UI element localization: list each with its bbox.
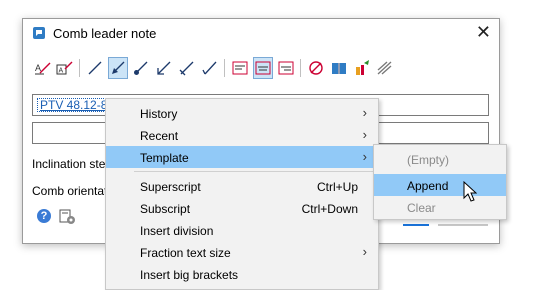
menu-item-shortcut: Ctrl+Up bbox=[316, 180, 358, 194]
svg-text:A: A bbox=[59, 68, 64, 75]
line-icon[interactable] bbox=[85, 57, 105, 79]
field-value: PTV 48.12-8 bbox=[37, 98, 109, 112]
context-menu: History › Recent › Template › Superscrip… bbox=[105, 98, 379, 290]
paint-icon[interactable] bbox=[352, 57, 372, 79]
fork-icon[interactable] bbox=[375, 57, 395, 79]
leader-text-box-icon[interactable]: A bbox=[55, 57, 75, 79]
menu-item-label: Template bbox=[140, 151, 189, 165]
align-center-icon[interactable] bbox=[253, 57, 273, 79]
submenu-item-label: Clear bbox=[407, 201, 436, 215]
cancel-button-edge[interactable] bbox=[438, 224, 488, 226]
inclination-step-label: Inclination step bbox=[32, 157, 113, 171]
template-submenu: (Empty) Append Clear bbox=[373, 144, 507, 220]
menu-item-label: Superscript bbox=[140, 180, 201, 194]
menu-item-history[interactable]: History › bbox=[106, 102, 378, 124]
arrow-filled-icon[interactable] bbox=[108, 57, 128, 79]
no-leader-icon[interactable] bbox=[306, 57, 326, 79]
toolbar-separator bbox=[79, 59, 80, 77]
chevron-right-icon: › bbox=[362, 127, 367, 142]
menu-item-label: Insert big brackets bbox=[140, 268, 239, 282]
menu-item-label: Fraction text size bbox=[140, 246, 231, 260]
menu-item-recent[interactable]: Recent › bbox=[106, 124, 378, 146]
close-icon[interactable]: ✕ bbox=[476, 22, 491, 43]
tick-leader-icon[interactable] bbox=[200, 57, 220, 79]
menu-item-template[interactable]: Template › bbox=[106, 146, 378, 168]
menu-item-insert-big-brackets[interactable]: Insert big brackets bbox=[106, 263, 378, 285]
leader-text-icon[interactable]: A bbox=[33, 57, 53, 79]
menu-item-fraction-text-size[interactable]: Fraction text size › bbox=[106, 241, 378, 263]
arrow-slash-icon[interactable] bbox=[177, 57, 197, 79]
menu-item-label: History bbox=[140, 107, 178, 121]
submenu-item-label: (Empty) bbox=[407, 153, 449, 167]
dot-leader-icon[interactable] bbox=[131, 57, 151, 79]
toolbar-separator bbox=[224, 59, 225, 77]
menu-separator bbox=[134, 171, 374, 172]
title-bar[interactable]: Comb leader note ✕ bbox=[23, 19, 499, 49]
menu-item-superscript[interactable]: Superscript Ctrl+Up bbox=[106, 175, 378, 197]
toolbar-separator bbox=[300, 59, 301, 77]
menu-item-label: Subscript bbox=[140, 202, 191, 216]
app-icon bbox=[33, 27, 45, 39]
dialog-title: Comb leader note bbox=[53, 26, 157, 41]
svg-text:A: A bbox=[35, 63, 41, 73]
book-icon[interactable] bbox=[329, 57, 349, 79]
chevron-right-icon: › bbox=[362, 149, 367, 164]
ok-button-edge[interactable] bbox=[403, 224, 429, 226]
comb-orientation-label: Comb orientatio bbox=[32, 184, 117, 198]
mouse-cursor-icon bbox=[463, 181, 477, 202]
submenu-item-empty: (Empty) bbox=[374, 148, 506, 170]
submenu-item-clear: Clear bbox=[374, 196, 506, 218]
menu-item-insert-division[interactable]: Insert division bbox=[106, 219, 378, 241]
align-right-icon[interactable] bbox=[276, 57, 296, 79]
settings-icon[interactable] bbox=[59, 208, 77, 226]
submenu-item-append[interactable]: Append bbox=[374, 174, 506, 196]
menu-item-subscript[interactable]: Subscript Ctrl+Down bbox=[106, 197, 378, 219]
chevron-right-icon: › bbox=[362, 105, 367, 120]
arrow-open-icon[interactable] bbox=[154, 57, 174, 79]
menu-item-label: Insert division bbox=[140, 224, 214, 238]
help-icon[interactable]: ? bbox=[37, 209, 51, 223]
chevron-right-icon: › bbox=[362, 244, 367, 259]
menu-item-label: Recent bbox=[140, 129, 179, 143]
submenu-item-label: Append bbox=[407, 179, 449, 193]
menu-item-shortcut: Ctrl+Down bbox=[301, 202, 358, 216]
align-left-icon[interactable] bbox=[230, 57, 250, 79]
